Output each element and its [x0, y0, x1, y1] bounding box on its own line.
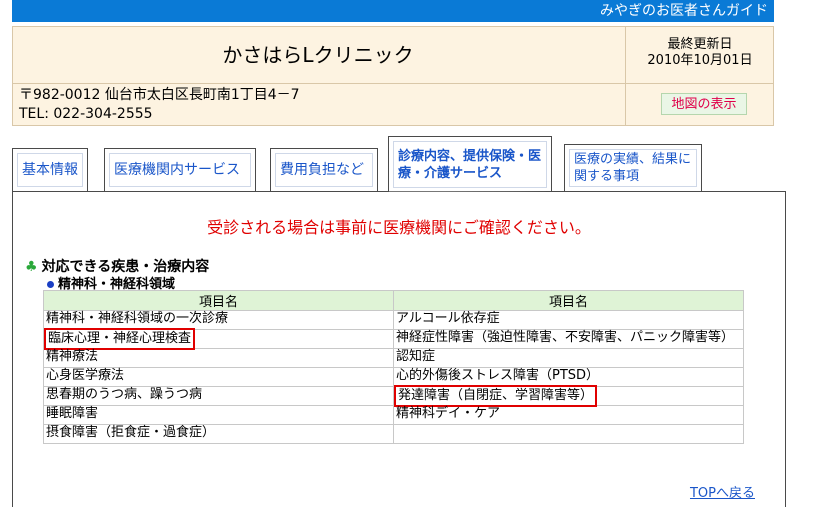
table-cell: 摂食障害（拒食症・過食症）: [43, 424, 394, 444]
tab-basic-info[interactable]: 基本情報: [12, 148, 88, 192]
notice-text: 受診される場合は事前に医療機関にご確認ください。: [207, 218, 591, 237]
table-row: 精神科・神経科領域の一次診療 アルコール依存症: [43, 310, 744, 330]
items-table: 項目名 項目名 精神科・神経科領域の一次診療 アルコール依存症 臨床心理・神経心…: [43, 290, 744, 444]
table-row: 思春期のうつ病、躁うつ病 発達障害（自閉症、学習障害等）: [43, 385, 744, 407]
column-header: 項目名: [393, 290, 744, 311]
clinic-address: 〒982-0012 仙台市太白区長町南1丁目4－7 TEL: 022-304-2…: [19, 86, 300, 124]
table-cell: アルコール依存症: [393, 310, 744, 330]
table-row: 睡眠障害 精神科デイ・ケア: [43, 405, 744, 425]
table-cell: 精神科・神経科領域の一次診療: [43, 310, 394, 330]
bullet-icon: [47, 281, 54, 288]
last-updated-label: 最終更新日: [667, 37, 733, 52]
table-cell: 精神療法: [43, 348, 394, 368]
table-header-row: 項目名 項目名: [43, 290, 744, 311]
clinic-header: かさはらLクリニック 最終更新日 2010年10月01日 〒982-0012 仙…: [12, 26, 774, 126]
tab-results[interactable]: 医療の実績、結果に関する事項: [564, 144, 702, 192]
address-line: 〒982-0012 仙台市太白区長町南1丁目4－7: [19, 87, 300, 103]
highlighted-item: 発達障害（自閉症、学習障害等）: [393, 385, 598, 407]
back-to-top-link[interactable]: TOPへ戻る: [690, 482, 755, 501]
last-updated: 最終更新日 2010年10月01日: [625, 27, 774, 83]
table-cell: [393, 424, 744, 444]
site-banner: みやぎのお医者さんガイド: [12, 0, 774, 22]
table-row: 精神療法 認知症: [43, 348, 744, 368]
table-cell: 神経症性障害（強迫性障害、不安障害、パニック障害等）: [393, 329, 744, 349]
table-cell: 睡眠障害: [43, 405, 394, 425]
tab-treatment[interactable]: 診療内容、提供保険・医療・介護サービス: [388, 136, 552, 192]
table-cell: 思春期のうつ病、躁うつ病: [43, 386, 394, 406]
table-cell: 発達障害（自閉症、学習障害等）: [393, 385, 744, 407]
table-row: 臨床心理・神経心理検査 神経症性障害（強迫性障害、不安障害、パニック障害等）: [43, 328, 744, 350]
map-button[interactable]: 地図の表示: [661, 93, 747, 115]
table-row: 心身医学療法 心的外傷後ストレス障害（PTSD）: [43, 367, 744, 387]
table-row: 摂食障害（拒食症・過食症）: [43, 424, 744, 444]
clover-icon: ♣: [25, 259, 38, 275]
column-header: 項目名: [43, 290, 394, 311]
highlighted-item: 臨床心理・神経心理検査: [43, 328, 196, 350]
table-cell: 心身医学療法: [43, 367, 394, 387]
tab-content: 受診される場合は事前に医療機関にご確認ください。 ♣ 対応できる疾患・治療内容 精…: [12, 192, 786, 507]
last-updated-date: 2010年10月01日: [647, 53, 753, 68]
phone-line: TEL: 022-304-2555: [19, 106, 153, 122]
tab-costs[interactable]: 費用負担など: [270, 148, 378, 192]
table-cell: 心的外傷後ストレス障害（PTSD）: [393, 367, 744, 387]
table-cell: 精神科デイ・ケア: [393, 405, 744, 425]
clinic-name: かさはらLクリニック: [222, 43, 414, 67]
table-cell: 認知症: [393, 348, 744, 368]
tab-services[interactable]: 医療機関内サービス: [104, 148, 256, 192]
table-cell: 臨床心理・神経心理検査: [43, 328, 394, 350]
